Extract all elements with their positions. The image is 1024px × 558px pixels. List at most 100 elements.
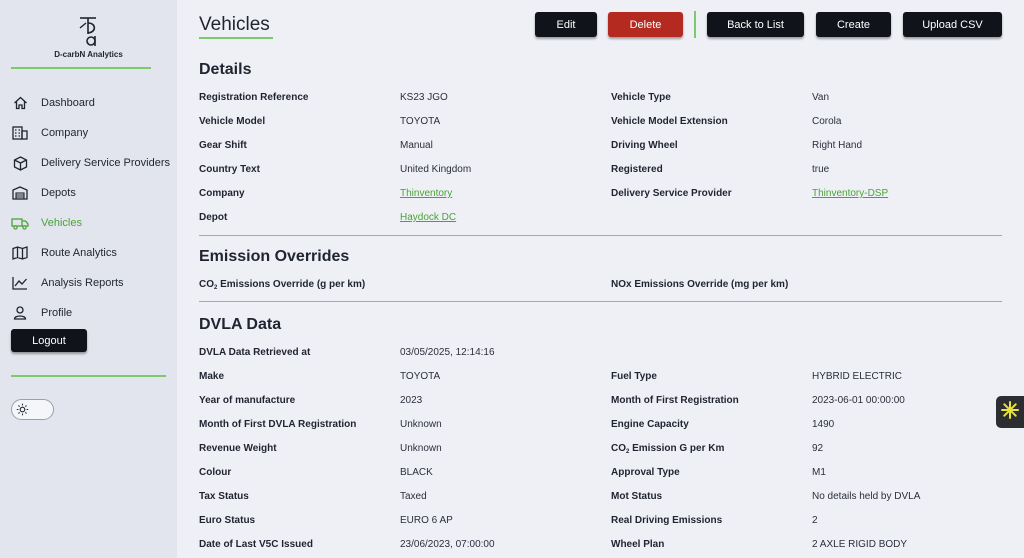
sidebar-item-label: Depots [41, 187, 76, 199]
field-value: Taxed [400, 491, 427, 502]
field-label: Month of First Registration [611, 395, 739, 406]
field-label: Month of First DVLA Registration [199, 419, 357, 430]
assistant-widget-button[interactable] [996, 396, 1024, 428]
sidebar-item-delivery-service-providers[interactable]: Delivery Service Providers [11, 148, 177, 178]
delete-button[interactable]: Delete [608, 12, 683, 37]
field-value: Right Hand [812, 140, 863, 151]
field-label: Year of manufacture [199, 395, 296, 406]
sidebar-nav: Dashboard Company Delivery Service Provi… [11, 88, 177, 328]
logo-text: D-carbN Analytics [54, 50, 123, 59]
home-icon [11, 95, 29, 111]
field-label: Approval Type [611, 467, 680, 478]
edit-button[interactable]: Edit [535, 12, 597, 37]
field-value: BLACK [400, 467, 433, 478]
section-divider [199, 301, 1002, 302]
field-label: Delivery Service Provider [611, 188, 732, 199]
field-value: M1 [812, 467, 826, 478]
sidebar-item-label: Vehicles [41, 217, 82, 229]
field-value: TOYOTA [400, 116, 441, 127]
sidebar-item-label: Analysis Reports [41, 277, 124, 289]
sidebar: D-carbN Analytics Dashboard Company Deli… [0, 0, 177, 558]
sidebar-item-label: Company [41, 127, 89, 139]
field-label: Tax Status [199, 491, 249, 502]
field-label: Vehicle Model Extension [611, 116, 728, 127]
truck-icon [11, 215, 29, 231]
field-value: HYBRID ELECTRIC [812, 371, 903, 382]
theme-toggle[interactable] [11, 399, 54, 420]
field-label: Fuel Type [611, 371, 657, 382]
field-label: Make [199, 371, 225, 382]
field-value: Van [812, 92, 830, 103]
dvla-section-title: DVLA Data [199, 316, 282, 333]
field-value: 23/06/2023, 07:00:00 [400, 539, 495, 550]
field-label: Real Driving Emissions [611, 515, 723, 526]
title-underline [199, 37, 273, 39]
building-icon [11, 125, 29, 141]
sidebar-item-company[interactable]: Company [11, 118, 177, 148]
depot-link[interactable]: Haydock DC [400, 212, 456, 224]
sidebar-item-dashboard[interactable]: Dashboard [11, 88, 177, 118]
create-button[interactable]: Create [816, 12, 891, 37]
box-icon [11, 155, 29, 171]
field-value: KS23 JGO [400, 92, 448, 103]
field-value: TOYOTA [400, 371, 441, 382]
nox-override-label: NOx Emissions Override (mg per km) [611, 279, 789, 290]
sidebar-divider-bottom [11, 375, 166, 377]
sidebar-item-label: Route Analytics [41, 247, 117, 259]
field-value: No details held by DVLA [812, 491, 921, 502]
back-to-list-button[interactable]: Back to List [707, 12, 804, 37]
field-label: Depot [199, 212, 228, 223]
field-label: Vehicle Model [199, 116, 266, 127]
sidebar-item-label: Profile [41, 307, 73, 319]
field-value: EURO 6 AP [400, 515, 453, 526]
sidebar-item-label: Dashboard [41, 97, 95, 109]
main-content: Vehicles Edit Delete Back to List Create… [177, 0, 1024, 558]
field-value: United Kingdom [400, 164, 472, 175]
field-label: Date of Last V5C Issued [199, 539, 313, 550]
field-value: Unknown [400, 419, 442, 430]
field-value: 2023-06-01 00:00:00 [812, 395, 905, 406]
field-value: 2 [812, 515, 818, 526]
field-value: 92 [812, 443, 824, 454]
field-label: Mot Status [611, 491, 663, 502]
warehouse-icon [11, 185, 29, 201]
field-label: Wheel Plan [611, 539, 665, 550]
sidebar-item-analysis-reports[interactable]: Analysis Reports [11, 268, 177, 298]
field-label: Registered [611, 164, 663, 175]
emission-overrides-section-title: Emission Overrides [199, 248, 350, 265]
sun-icon [15, 402, 30, 417]
page-title: Vehicles [199, 14, 270, 35]
sidebar-item-vehicles[interactable]: Vehicles [11, 208, 177, 238]
field-value: Unknown [400, 443, 442, 454]
toolbar-separator [694, 11, 696, 38]
logo-mark-icon [79, 17, 96, 46]
sidebar-item-label: Delivery Service Providers [41, 157, 170, 169]
co2-override-label: CO2 Emissions Override (g per km) [199, 279, 366, 291]
field-value: Manual [400, 140, 433, 151]
logout-button[interactable]: Logout [11, 329, 87, 352]
co2-emission-label: CO2 Emission G per Km [611, 443, 725, 455]
sparkle-icon [1001, 400, 1019, 424]
field-label: Revenue Weight [199, 443, 277, 454]
field-label: Driving Wheel [611, 140, 678, 151]
field-value: 2 AXLE RIGID BODY [812, 539, 908, 550]
field-label: Gear Shift [199, 140, 247, 151]
upload-csv-button[interactable]: Upload CSV [903, 12, 1002, 37]
field-label: Engine Capacity [611, 419, 689, 430]
map-icon [11, 245, 29, 261]
field-label: DVLA Data Retrieved at [199, 347, 311, 358]
user-icon [11, 305, 29, 321]
company-link[interactable]: Thinventory [400, 188, 452, 200]
section-divider [199, 235, 1002, 236]
field-value: 03/05/2025, 12:14:16 [400, 347, 495, 358]
field-label: Company [199, 188, 245, 199]
sidebar-item-profile[interactable]: Profile [11, 298, 177, 328]
logo[interactable]: D-carbN Analytics [0, 14, 177, 59]
field-label: Colour [199, 467, 232, 478]
sidebar-item-route-analytics[interactable]: Route Analytics [11, 238, 177, 268]
field-value: 1490 [812, 419, 835, 430]
delivery-service-provider-link[interactable]: Thinventory-DSP [812, 188, 888, 200]
sidebar-item-depots[interactable]: Depots [11, 178, 177, 208]
sidebar-divider-top [11, 67, 151, 69]
field-label: Vehicle Type [611, 92, 671, 103]
